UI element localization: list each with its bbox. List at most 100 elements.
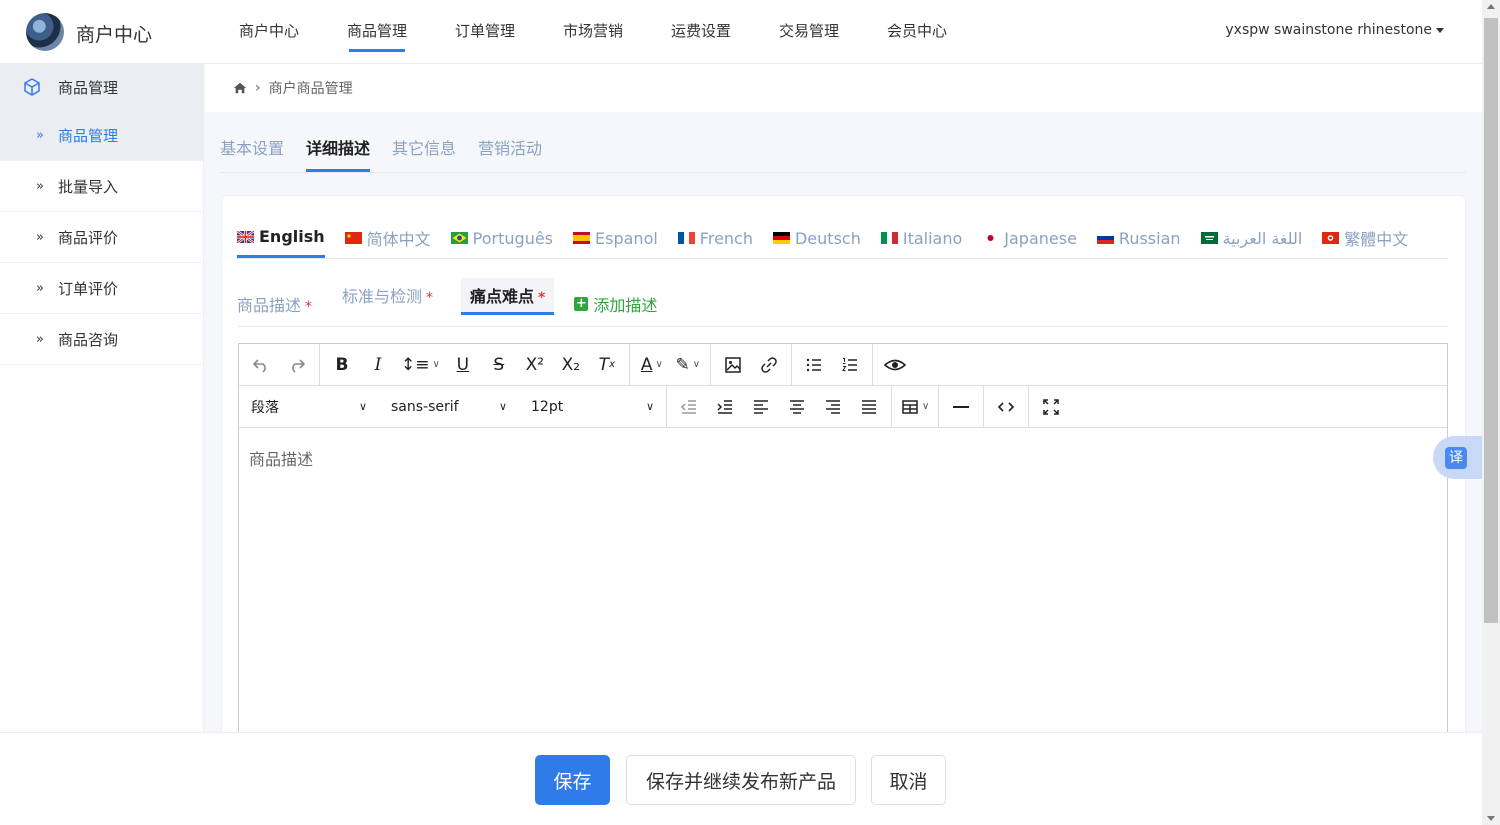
code-icon[interactable] [988,390,1024,424]
sidebar-item-batch-import[interactable]: » 批量导入 [0,161,203,212]
subtab-pain-points[interactable]: 痛点难点 * [461,278,555,315]
format-group: B I ↕≡ ∨ U S X² X₂ Tx [320,344,630,385]
redo-icon[interactable] [279,348,315,382]
table-icon[interactable]: ∨ [896,390,934,424]
highlight-color-icon[interactable]: ✎ ∨ [670,348,706,382]
sidebar-item-product-reviews[interactable]: » 商品评价 [0,212,203,263]
subtab-product-description[interactable]: 商品描述 * [237,292,312,316]
image-icon[interactable] [715,348,751,382]
tab-marketing-activities[interactable]: 营销活动 [478,128,542,172]
tab-detailed-description[interactable]: 详细描述 [306,128,371,172]
line-height-icon[interactable]: ↕≡ ∨ [396,348,445,382]
lang-tab-german[interactable]: Deutsch [772,218,861,258]
plus-icon: + [574,296,589,311]
double-chevron-icon: » [36,331,44,347]
subscript-icon[interactable]: X₂ [553,348,589,382]
sidebar-item-order-reviews[interactable]: » 订单评价 [0,263,203,314]
font-family-select[interactable]: sans-serif ∨ [379,386,519,427]
sidebar: 商品管理 » 商品管理 » 批量导入 » 商品评价 » 订单评价 » 商品咨询 [0,64,204,732]
nav-item-product-management[interactable]: 商品管理 [323,0,431,64]
align-left-icon[interactable] [743,390,779,424]
brand-title: 商户中心 [76,24,153,46]
hongkong-flag-icon [1322,232,1340,244]
nav-item-merchant-center[interactable]: 商户中心 [215,0,323,64]
sidebar-item-label: 商品管理 [57,126,118,145]
sidebar-item-product-management[interactable]: » 商品管理 [0,110,203,161]
sidebar-header[interactable]: 商品管理 [0,64,203,110]
lang-tab-russian[interactable]: Russian [1096,218,1181,258]
align-justify-icon[interactable] [851,390,887,424]
indent-icon[interactable] [707,390,743,424]
tab-other-info[interactable]: 其它信息 [392,128,456,172]
link-icon[interactable] [751,348,787,382]
underline-icon[interactable]: U [445,348,481,382]
double-chevron-icon: » [36,280,44,296]
required-mark: * [305,299,313,315]
scroll-thumb[interactable] [1484,18,1498,623]
lang-tab-traditional-chinese[interactable]: 繁體中文 [1322,218,1408,258]
footer-actions: 保存 保存并继续发布新产品 取消 [0,732,1482,825]
tab-basic-settings[interactable]: 基本设置 [220,128,284,172]
fullscreen-group [1029,386,1073,427]
nav-item-marketing[interactable]: 市场营销 [539,0,647,64]
text-color-icon[interactable]: A ∨ [634,348,670,382]
bullet-list-icon[interactable] [796,348,832,382]
lang-tab-italian[interactable]: Italiano [880,218,962,258]
double-chevron-icon: » [36,229,44,245]
languages-divider [237,258,1448,259]
nav-item-order-management[interactable]: 订单管理 [431,0,539,64]
page-scrollbar[interactable] [1482,0,1500,825]
lang-label: English [259,227,325,246]
scroll-up-icon[interactable] [1487,4,1495,9]
strikethrough-icon[interactable]: S [481,348,517,382]
undo-icon[interactable] [243,348,279,382]
lang-label: French [699,228,753,248]
lang-label: Deutsch [794,228,861,248]
preview-group [873,344,917,385]
nav-item-transactions[interactable]: 交易管理 [755,0,863,64]
china-flag-icon [344,232,362,244]
align-group [667,386,892,427]
save-button[interactable]: 保存 [535,755,610,805]
preview-eye-icon[interactable] [877,348,913,382]
cancel-button[interactable]: 取消 [871,755,946,805]
rich-text-editor: B I ↕≡ ∨ U S X² X₂ Tx A ∨ ✎ ∨ 段落 ∨ sans-… [238,343,1448,743]
align-right-icon[interactable] [815,390,851,424]
block-format-select[interactable]: 段落 ∨ [239,386,379,427]
lang-tab-french[interactable]: French [677,218,753,258]
user-menu[interactable]: yxspw swainstone rhinestone [1225,22,1444,38]
sidebar-item-label: 商品咨询 [57,330,118,349]
lang-tab-simplified-chinese[interactable]: 简体中文 [344,218,431,258]
italic-icon[interactable]: I [360,348,396,382]
required-mark: * [538,290,546,306]
outdent-icon[interactable] [671,390,707,424]
sidebar-title: 商品管理 [58,78,119,97]
clear-format-icon[interactable]: Tx [589,348,625,382]
fullscreen-icon[interactable] [1033,390,1069,424]
save-and-continue-button[interactable]: 保存并继续发布新产品 [626,755,856,805]
numbered-list-icon[interactable] [832,348,868,382]
font-size-select[interactable]: 12pt ∨ [519,386,667,427]
lang-tab-portuguese[interactable]: Português [450,218,553,258]
nav-item-member-center[interactable]: 会员中心 [863,0,971,64]
editor-content[interactable]: 商品描述 [239,428,1447,488]
home-icon[interactable] [233,81,247,95]
translate-button[interactable]: 译 [1433,436,1482,479]
scroll-down-icon[interactable] [1487,816,1495,821]
lang-tab-english[interactable]: English [237,218,325,258]
sidebar-item-product-inquiries[interactable]: » 商品咨询 [0,314,203,365]
bold-icon[interactable]: B [324,348,360,382]
nav-item-shipping-settings[interactable]: 运费设置 [647,0,755,64]
add-description-button[interactable]: + 添加描述 [574,292,657,316]
lang-tab-spanish[interactable]: Espanol [573,218,658,258]
superscript-icon[interactable]: X² [517,348,553,382]
subtab-standards-testing[interactable]: 标准与检测 * [342,283,433,307]
lang-tab-japanese[interactable]: Japanese [982,218,1077,258]
horizontal-line-icon[interactable] [943,390,979,424]
color-group: A ∨ ✎ ∨ [630,344,711,385]
russia-flag-icon [1096,232,1114,244]
lang-tab-arabic[interactable]: اللغة العربية [1200,218,1302,258]
sidebar-item-label: 批量导入 [57,177,118,196]
insert-group [711,344,792,385]
align-center-icon[interactable] [779,390,815,424]
